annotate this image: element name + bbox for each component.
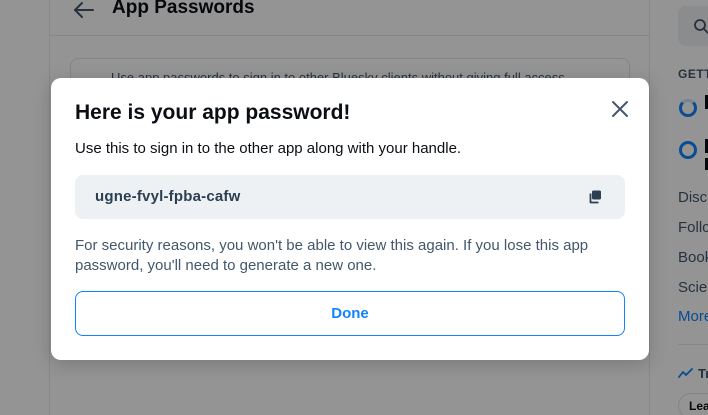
done-button-label: Done <box>331 305 369 322</box>
password-copy-field[interactable]: ugne-fvyl-fpba-cafw <box>75 175 625 219</box>
password-value: ugne-fvyl-fpba-cafw <box>95 188 241 205</box>
app-password-dialog: Here is your app password! Use this to s… <box>51 78 649 360</box>
done-button[interactable]: Done <box>75 291 625 336</box>
close-icon[interactable] <box>609 98 631 120</box>
security-warning: For security reasons, you won't be able … <box>75 237 589 274</box>
dialog-subtitle: Use this to sign in to the other app alo… <box>75 140 462 157</box>
copy-icon[interactable] <box>587 189 603 205</box>
dialog-title: Here is your app password! <box>75 101 351 124</box>
